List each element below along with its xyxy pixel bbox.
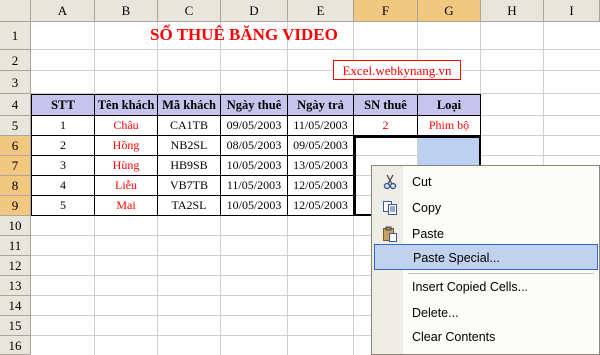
cell-ngay-thue[interactable]: 10/05/2003: [221, 196, 288, 216]
cell-ngay-thue[interactable]: 09/05/2003: [221, 116, 288, 136]
cell-ngay-tra[interactable]: 09/05/2003: [288, 136, 354, 156]
column-header-d[interactable]: D: [221, 0, 288, 22]
row-header-6[interactable]: 6: [0, 136, 31, 156]
column-header-h[interactable]: H: [481, 0, 544, 22]
column-header-i[interactable]: I: [544, 0, 600, 22]
cell-ngay-tra[interactable]: 13/05/2003: [288, 156, 354, 176]
row-header-1[interactable]: 1: [0, 22, 31, 50]
header-sn-thue[interactable]: SN thuê: [354, 94, 418, 116]
select-all-corner[interactable]: [0, 0, 31, 22]
column-header-a[interactable]: A: [31, 0, 95, 22]
header-stt[interactable]: STT: [31, 94, 95, 116]
row-header-7[interactable]: 7: [0, 156, 31, 176]
cell-stt[interactable]: 2: [31, 136, 95, 156]
paste-icon: [383, 226, 397, 242]
copy-icon: [383, 201, 397, 215]
cell-loai[interactable]: Phim bộ: [418, 116, 481, 136]
row-header-10[interactable]: 10: [0, 216, 31, 236]
menu-item-paste-special[interactable]: Paste Special...: [374, 244, 598, 270]
row-header-14[interactable]: 14: [0, 296, 31, 316]
cell-ngay-tra[interactable]: 11/05/2003: [288, 116, 354, 136]
menu-item-insert-copied-cells[interactable]: Insert Copied Cells...: [374, 274, 598, 300]
row-header-15[interactable]: 15: [0, 316, 31, 336]
cell-ma-khach[interactable]: HB9SB: [158, 156, 221, 176]
menu-item-label: Delete...: [412, 306, 459, 320]
row-header-4[interactable]: 4: [0, 94, 31, 116]
cell-ngay-tra[interactable]: 12/05/2003: [288, 176, 354, 196]
menu-item-cut[interactable]: Cut: [374, 169, 598, 195]
cell-ten-khach[interactable]: Liễu: [95, 176, 158, 196]
header-ten-khach[interactable]: Tên khách: [95, 94, 158, 116]
header-loai[interactable]: Loại: [418, 94, 481, 116]
row-header-12[interactable]: 12: [0, 256, 31, 276]
menu-item-label: Paste Special...: [413, 251, 500, 265]
scissors-icon: [383, 174, 397, 190]
context-menu: Cut Copy Paste Paste Special... Insert C…: [371, 165, 600, 355]
menu-item-label: Copy: [412, 201, 442, 215]
menu-item-copy[interactable]: Copy: [374, 195, 598, 221]
row-header-2[interactable]: 2: [0, 50, 31, 71]
cell-ngay-thue[interactable]: 10/05/2003: [221, 156, 288, 176]
cell-ma-khach[interactable]: CA1TB: [158, 116, 221, 136]
column-header-g[interactable]: G: [418, 0, 481, 22]
header-ngay-tra[interactable]: Ngày trả: [288, 94, 354, 116]
column-header-f[interactable]: F: [354, 0, 418, 22]
header-ngay-thue[interactable]: Ngày thuê: [221, 94, 288, 116]
cell-stt[interactable]: 1: [31, 116, 95, 136]
column-header-c[interactable]: C: [158, 0, 221, 22]
menu-item-clear-contents[interactable]: Clear Contents: [374, 324, 598, 350]
cell-stt[interactable]: 3: [31, 156, 95, 176]
row-header-16[interactable]: 16: [0, 336, 31, 355]
cell-stt[interactable]: 5: [31, 196, 95, 216]
grid-line: [31, 70, 600, 71]
row-header-9[interactable]: 9: [0, 196, 31, 216]
cell-stt[interactable]: 4: [31, 176, 95, 196]
menu-item-label: Cut: [412, 175, 432, 189]
column-header-b[interactable]: B: [95, 0, 158, 22]
cell-ma-khach[interactable]: NB2SL: [158, 136, 221, 156]
cell-ngay-thue[interactable]: 11/05/2003: [221, 176, 288, 196]
row-header-8[interactable]: 8: [0, 176, 31, 196]
cell-ma-khach[interactable]: TA2SL: [158, 196, 221, 216]
cell-ma-khach[interactable]: VB7TB: [158, 176, 221, 196]
row-header-3[interactable]: 3: [0, 71, 31, 94]
cell-ten-khach[interactable]: Châu: [95, 116, 158, 136]
cell-ngay-tra[interactable]: 12/05/2003: [288, 196, 354, 216]
row-header-13[interactable]: 13: [0, 276, 31, 296]
menu-item-label: Insert Copied Cells...: [412, 280, 529, 294]
menu-item-delete[interactable]: Delete...: [374, 300, 598, 326]
column-header-e[interactable]: E: [288, 0, 354, 22]
row-header-11[interactable]: 11: [0, 236, 31, 256]
menu-item-label: Clear Contents: [412, 330, 496, 344]
cell-ten-khach[interactable]: Hùng: [95, 156, 158, 176]
cell-ngay-thue[interactable]: 08/05/2003: [221, 136, 288, 156]
row-header-5[interactable]: 5: [0, 116, 31, 136]
cell-ten-khach[interactable]: Mai: [95, 196, 158, 216]
grid-line: [31, 49, 600, 50]
website-label: Excel.webkynang.vn: [333, 60, 461, 80]
header-ma-khach[interactable]: Mã khách: [158, 94, 221, 116]
sheet-title: SỔ THUÊ BĂNG VIDEO: [150, 25, 338, 44]
cell-ten-khach[interactable]: Hồng: [95, 136, 158, 156]
cell-sn-thue[interactable]: 2: [354, 116, 418, 136]
